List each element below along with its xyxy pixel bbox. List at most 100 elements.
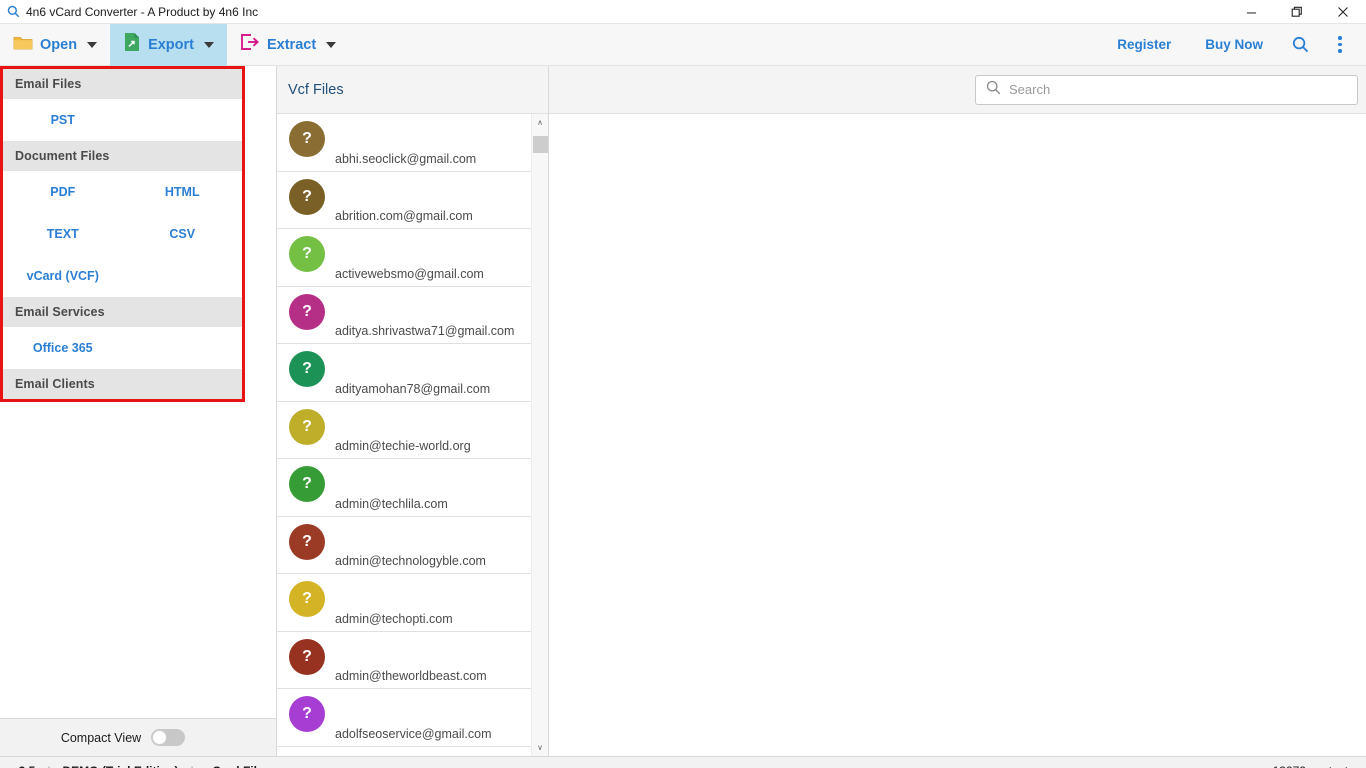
extract-label: Extract xyxy=(266,36,317,53)
file-type-label: vCard Files xyxy=(206,764,271,768)
kebab-menu-icon[interactable] xyxy=(1320,24,1360,66)
contact-row[interactable]: ? admin@theworldbeast.com xyxy=(277,632,531,689)
chevron-down-icon[interactable] xyxy=(87,41,98,48)
export-button[interactable]: Export xyxy=(110,23,227,66)
app-search-icon xyxy=(0,5,22,18)
scroll-up-arrow-icon[interactable]: ∧ xyxy=(532,114,548,131)
scrollbar-thumb[interactable] xyxy=(533,136,548,153)
scrollbar-track[interactable] xyxy=(532,131,548,739)
window-controls xyxy=(1228,0,1366,24)
close-button[interactable] xyxy=(1320,0,1366,24)
contact-row[interactable]: ? admin@techlila.com xyxy=(277,459,531,517)
search-input[interactable] xyxy=(1009,82,1347,97)
export-link-pdf[interactable]: PDF xyxy=(3,171,123,213)
contact-list-pane: Vcf Files ? abhi.seoclick@gmail.com? abrit… xyxy=(277,66,549,756)
chevron-down-icon[interactable] xyxy=(203,41,214,48)
contact-email: adityamohan78@gmail.com xyxy=(335,381,491,396)
detail-pane-body xyxy=(549,114,1366,756)
contact-scrollbar[interactable]: ∧ ∨ xyxy=(531,114,548,756)
section-header-email-files: Email Files xyxy=(3,69,242,99)
contact-row[interactable]: ? aditya.shrivastwa71@gmail.com xyxy=(277,287,531,344)
contact-email: activewebsmo@gmail.com xyxy=(335,266,484,281)
export-link-text[interactable]: TEXT xyxy=(3,213,123,255)
search-box[interactable] xyxy=(975,74,1358,105)
search-icon xyxy=(986,80,1001,100)
status-separator: | xyxy=(178,764,205,768)
avatar: ? xyxy=(289,408,325,445)
compact-view-label: Compact View xyxy=(60,730,142,745)
export-link-csv[interactable]: CSV xyxy=(123,213,243,255)
contact-email: abhi.seoclick@gmail.com xyxy=(335,151,477,166)
contact-list[interactable]: ? abhi.seoclick@gmail.com? abrition.com@gm… xyxy=(277,114,531,756)
contact-email: admin@techopti.com xyxy=(335,611,453,626)
avatar: ? xyxy=(289,638,325,675)
export-formats-panel: Email Files PST Document Files PDF HTML … xyxy=(0,66,245,402)
compact-view-bar: Compact View xyxy=(0,718,276,756)
contact-email: aditya.shrivastwa71@gmail.com xyxy=(335,324,515,338)
contact-row[interactable]: ? adolfseoservice@gmail.com xyxy=(277,689,531,747)
detail-pane xyxy=(549,66,1366,756)
left-pane-filler xyxy=(0,402,276,718)
contact-row[interactable]: ? admin@techie-world.org xyxy=(277,402,531,459)
status-bar: v3.5 | DEMO (Trial Edition) | vCard File… xyxy=(0,756,1366,768)
contact-email: admin@techlila.com xyxy=(335,496,448,511)
export-label: Export xyxy=(148,36,194,53)
avatar: ? xyxy=(289,293,325,330)
contact-row[interactable]: ? abrition.com@gmail.com xyxy=(277,172,531,229)
pane-title: Vcf Files xyxy=(288,81,344,98)
export-link-pst[interactable]: PST xyxy=(3,99,123,141)
export-link-html[interactable]: HTML xyxy=(123,171,243,213)
avatar: ? xyxy=(289,236,325,272)
toolbar-right-group: Register Buy Now xyxy=(1100,24,1360,66)
contact-scroll-area: ? abhi.seoclick@gmail.com? abrition.com@gm… xyxy=(277,114,548,756)
avatar: ? xyxy=(289,121,325,157)
contact-email: admin@techie-world.org xyxy=(335,439,471,453)
email-files-links: PST xyxy=(3,99,242,141)
avatar: ? xyxy=(289,351,325,387)
avatar: ? xyxy=(289,581,325,617)
open-button[interactable]: Open xyxy=(0,24,110,66)
contact-count-label: 13272 contacts xyxy=(1273,764,1354,768)
contact-row[interactable]: ? activewebsmo@gmail.com xyxy=(277,229,531,287)
contact-pane-header: Vcf Files xyxy=(277,66,548,114)
contact-row[interactable]: ? abhi.seoclick@gmail.com xyxy=(277,114,531,172)
status-separator: | xyxy=(35,764,62,768)
compact-view-toggle[interactable] xyxy=(151,729,186,746)
toolbar-search-icon[interactable] xyxy=(1280,24,1320,66)
minimize-button[interactable] xyxy=(1228,0,1274,24)
extract-arrow-icon xyxy=(240,33,260,56)
restore-button[interactable] xyxy=(1274,0,1320,24)
open-label: Open xyxy=(40,36,78,53)
export-options-pane: Email Files PST Document Files PDF HTML … xyxy=(0,66,277,756)
contact-row[interactable]: ? admin@techopti.com xyxy=(277,574,531,632)
extract-button[interactable]: Extract xyxy=(227,24,349,66)
avatar: ? xyxy=(289,523,325,560)
register-link[interactable]: Register xyxy=(1100,37,1188,52)
window-title: 4n6 vCard Converter - A Product by 4n6 I… xyxy=(26,4,259,19)
contact-row[interactable]: ? admin@technologyble.com xyxy=(277,517,531,574)
email-services-links: Office 365 xyxy=(3,327,242,369)
contact-email: adolfseoservice@gmail.com xyxy=(335,726,492,741)
avatar: ? xyxy=(289,696,325,732)
section-header-email-clients: Email Clients xyxy=(3,369,242,399)
export-link-vcard[interactable]: vCard (VCF) xyxy=(3,255,123,297)
document-files-links: PDF HTML TEXT CSV vCard (VCF) xyxy=(3,171,242,297)
detail-pane-header xyxy=(549,66,1366,114)
scroll-down-arrow-icon[interactable]: ∨ xyxy=(532,739,548,756)
folder-icon xyxy=(13,34,33,56)
buy-now-link[interactable]: Buy Now xyxy=(1188,37,1280,52)
section-header-email-services: Email Services xyxy=(3,297,242,327)
contact-email: admin@technologyble.com xyxy=(335,554,486,568)
chevron-down-icon[interactable] xyxy=(326,41,337,48)
export-link-office365[interactable]: Office 365 xyxy=(3,327,123,369)
main-body: Email Files PST Document Files PDF HTML … xyxy=(0,66,1366,756)
avatar: ? xyxy=(289,178,325,215)
contact-row[interactable]: ? adityamohan78@gmail.com xyxy=(277,344,531,402)
avatar: ? xyxy=(289,466,325,502)
version-label: v3.5 xyxy=(12,764,35,768)
title-bar: 4n6 vCard Converter - A Product by 4n6 I… xyxy=(0,0,1366,24)
edition-label: DEMO (Trial Edition) xyxy=(62,764,178,768)
section-header-document-files: Document Files xyxy=(3,141,242,171)
contact-email: abrition.com@gmail.com xyxy=(335,209,473,223)
main-toolbar: Open Export Extract Register Buy Now xyxy=(0,23,1366,66)
